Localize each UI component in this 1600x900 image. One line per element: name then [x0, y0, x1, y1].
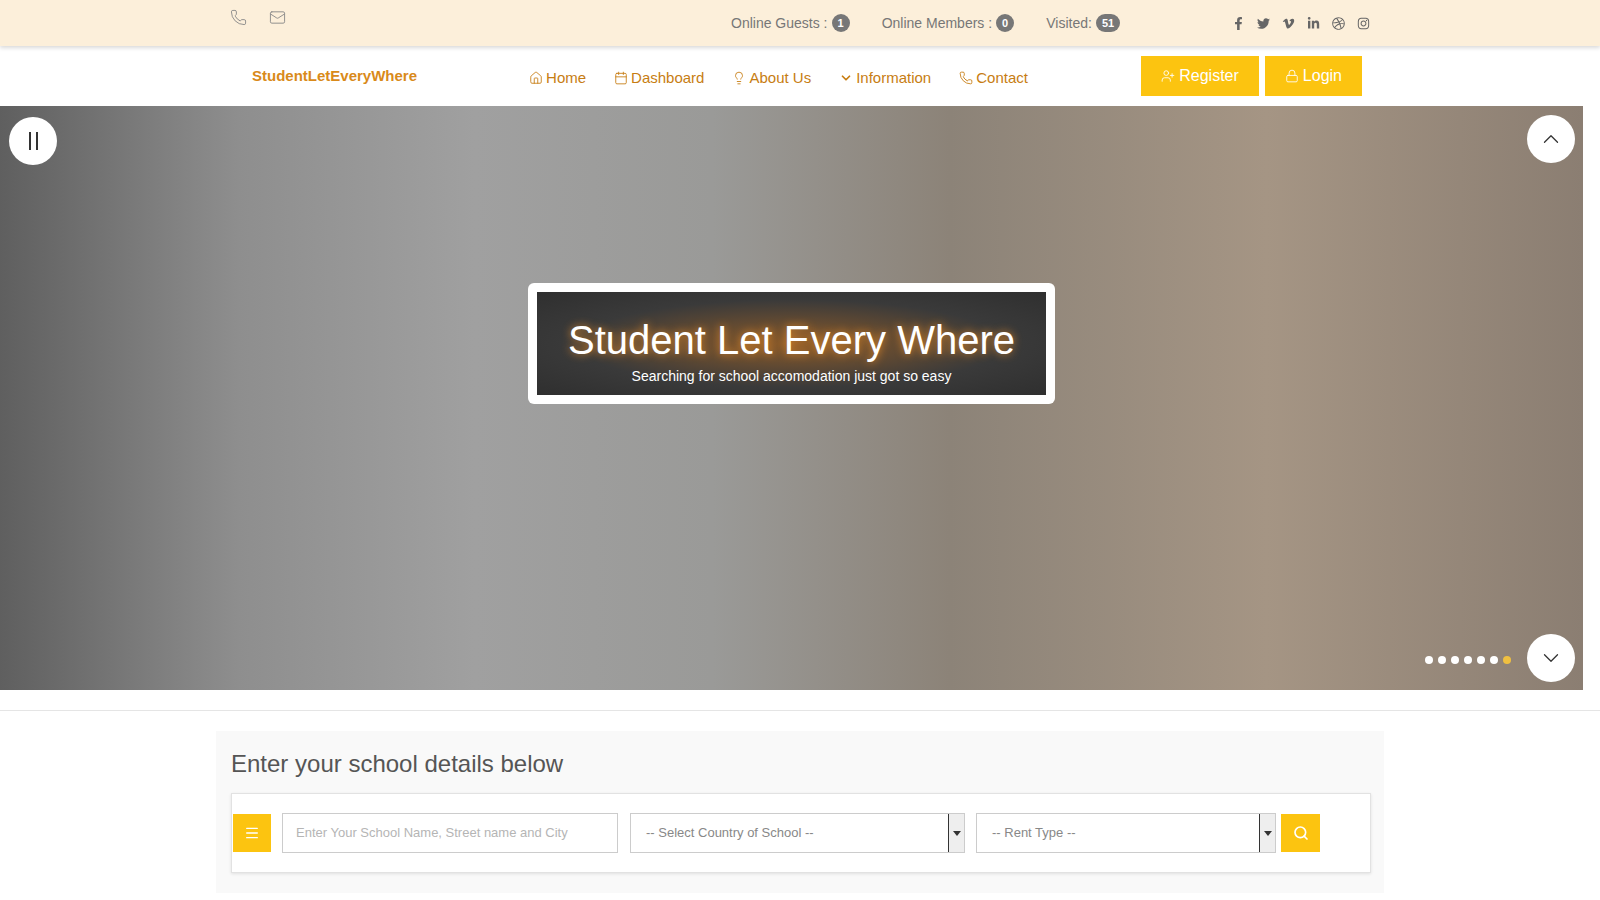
instagram-icon[interactable]	[1357, 17, 1370, 30]
menu-icon	[244, 825, 260, 841]
stat: Online Guests :1	[731, 13, 850, 34]
home-icon	[529, 71, 543, 85]
top-bar: Online Guests :1 Online Members :0 Visited…	[0, 0, 1600, 46]
hero-slider: Student Let Every WhereSearching for sch…	[0, 106, 1583, 690]
linkedin-icon[interactable]	[1307, 17, 1320, 30]
login-button[interactable]: Login	[1265, 56, 1362, 96]
school-input[interactable]: Enter Your School Name, Street name and …	[282, 813, 618, 853]
search-icon	[1293, 825, 1309, 841]
nav-item[interactable]: Information	[839, 67, 931, 90]
country-select[interactable]: -- Select Country of School --	[630, 813, 965, 853]
menu-button[interactable]	[233, 814, 271, 852]
slide-dot[interactable]	[1477, 656, 1485, 664]
chevron-down-icon	[1538, 645, 1564, 671]
hero-caption: Student Let Every WhereSearching for sch…	[528, 283, 1055, 404]
lock-icon	[1285, 69, 1299, 83]
dribbble-icon[interactable]	[1332, 17, 1345, 30]
hero-subtitle: Searching for school accomodation just g…	[632, 366, 952, 387]
prev-slide-button[interactable]	[1527, 115, 1575, 163]
stat: Visited:51	[1046, 13, 1120, 34]
nav-item[interactable]: Home	[529, 67, 586, 90]
count-badge: 1	[832, 14, 850, 33]
lightbulb-icon	[732, 71, 746, 85]
nav-item[interactable]: Dashboard	[614, 67, 704, 90]
pause-button[interactable]	[9, 117, 57, 165]
brand-logo[interactable]: StudentLetEveryWhere	[252, 65, 417, 88]
slide-dot[interactable]	[1490, 656, 1498, 664]
vimeo-icon[interactable]	[1282, 17, 1295, 30]
caret-icon	[839, 71, 853, 85]
count-badge: 51	[1096, 14, 1120, 33]
twitter-icon[interactable]	[1257, 17, 1270, 30]
stat: Online Members :0	[882, 13, 1015, 34]
facebook-icon[interactable]	[1232, 17, 1245, 30]
phone-icon[interactable]	[230, 9, 247, 26]
count-badge: 0	[996, 14, 1014, 33]
slide-dot[interactable]	[1438, 656, 1446, 664]
slide-dot[interactable]	[1464, 656, 1472, 664]
chevron-up-icon	[1538, 126, 1564, 152]
search-button[interactable]	[1281, 814, 1320, 852]
phone-icon	[959, 71, 973, 85]
slide-dot[interactable]	[1425, 656, 1433, 664]
search-heading: Enter your school details below	[231, 749, 1369, 779]
hero-title: Student Let Every Where	[568, 316, 1015, 364]
search-form: Enter Your School Name, Street name and …	[231, 793, 1371, 873]
navbar: StudentLetEveryWhere Home Dashboard About U…	[0, 46, 1600, 106]
register-button[interactable]: Register	[1141, 56, 1259, 96]
search-section: Enter your school details below Enter You…	[0, 710, 1600, 893]
slide-dot[interactable]	[1503, 656, 1511, 664]
user-plus-icon	[1161, 69, 1175, 83]
dropdown-arrow-icon	[1264, 831, 1272, 836]
slide-dot[interactable]	[1451, 656, 1459, 664]
rent-type-select[interactable]: -- Rent Type --	[976, 813, 1276, 853]
nav-item[interactable]: Contact	[959, 67, 1028, 90]
mail-icon[interactable]	[269, 9, 286, 26]
next-slide-button[interactable]	[1527, 634, 1575, 682]
page: Online Guests :1 Online Members :0 Visited…	[0, 0, 1600, 900]
calendar-icon	[614, 71, 628, 85]
dropdown-arrow-icon	[953, 831, 961, 836]
nav-item[interactable]: About Us	[732, 67, 811, 90]
